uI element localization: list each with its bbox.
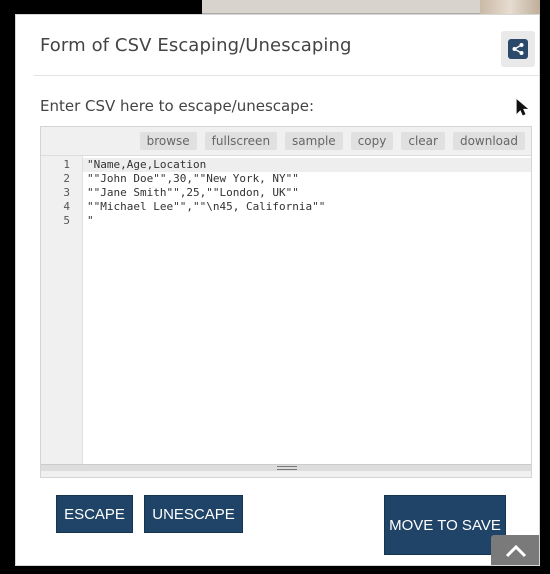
code-editor-area[interactable]: 1 2 3 4 5 "Name,Age,Location ""John Doe"… xyxy=(41,155,531,472)
line-number: 5 xyxy=(63,214,70,227)
background-window-strip xyxy=(202,0,540,14)
editor-resize-handle[interactable] xyxy=(41,464,531,471)
screen: Form of CSV Escaping/Unescaping Enter CS… xyxy=(0,0,550,574)
line-number: 1 xyxy=(63,158,70,171)
sample-button[interactable]: sample xyxy=(285,132,343,150)
fullscreen-button[interactable]: fullscreen xyxy=(204,132,278,150)
editor-toolbar: browse fullscreen sample copy clear down… xyxy=(139,132,525,150)
background-image xyxy=(480,0,540,14)
code-line: ""Michael Lee"",""\n45, California"" xyxy=(87,200,326,213)
input-prompt-label: Enter CSV here to escape/unescape: xyxy=(40,97,315,115)
browse-button[interactable]: browse xyxy=(139,132,197,150)
escape-button[interactable]: ESCAPE xyxy=(56,495,133,533)
csv-editor: browse fullscreen sample copy clear down… xyxy=(40,126,532,478)
unescape-button[interactable]: UNESCAPE xyxy=(144,495,243,533)
csv-form-panel: Form of CSV Escaping/Unescaping Enter CS… xyxy=(15,14,540,566)
code-line: "Name,Age,Location xyxy=(87,158,207,171)
page-title: Form of CSV Escaping/Unescaping xyxy=(40,35,352,56)
line-number: 2 xyxy=(63,172,70,185)
title-divider xyxy=(34,75,539,76)
code-line: " xyxy=(87,214,94,227)
code-line: ""Jane Smith"",25,""London, UK"" xyxy=(87,186,299,199)
move-to-save-button[interactable]: MOVE TO SAVE xyxy=(384,495,506,555)
line-number-gutter: 1 2 3 4 5 xyxy=(41,156,83,472)
line-number: 4 xyxy=(63,200,70,213)
copy-button[interactable]: copy xyxy=(350,132,394,150)
chevron-up-icon xyxy=(505,544,527,558)
share-icon xyxy=(508,39,528,59)
cursor-icon xyxy=(516,99,529,116)
clear-button[interactable]: clear xyxy=(401,132,445,150)
code-line: ""John Doe"",30,""New York, NY"" xyxy=(87,172,299,185)
share-button[interactable] xyxy=(501,31,535,67)
grip-icon xyxy=(277,466,297,470)
scroll-to-top-button[interactable] xyxy=(491,535,539,565)
line-number: 3 xyxy=(63,186,70,199)
download-button[interactable]: download xyxy=(452,132,525,150)
